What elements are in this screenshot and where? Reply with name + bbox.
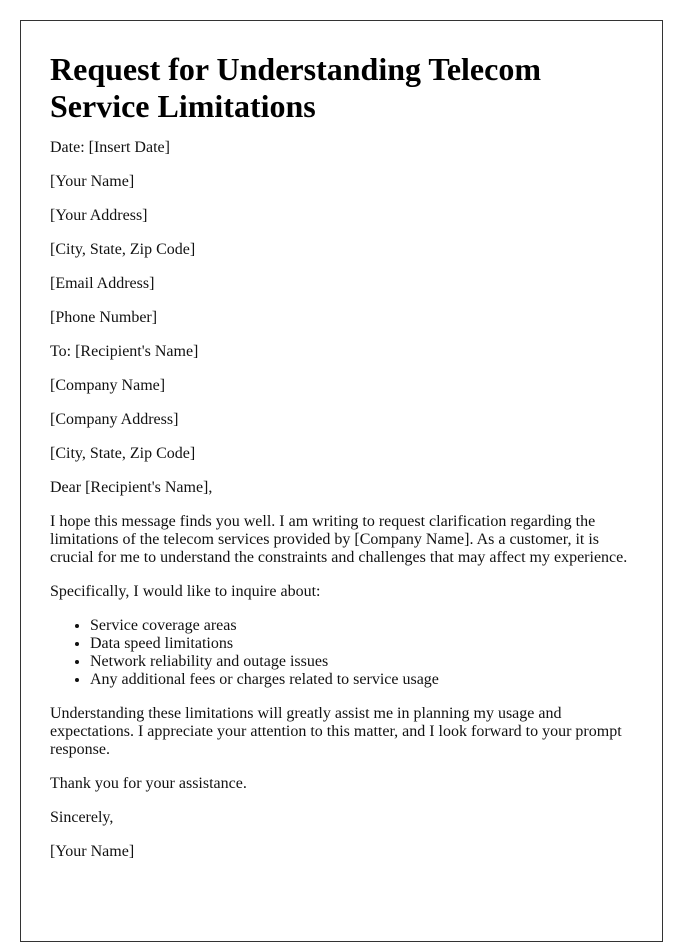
list-item: Network reliability and outage issues [90,653,633,671]
sender-city-state-zip: [City, State, Zip Code] [50,241,196,258]
date-line: Date: [Insert Date] [50,139,170,156]
recipient-city-state-zip: [City, State, Zip Code] [50,445,196,462]
closing-paragraph: Understanding these limitations will gre… [50,705,622,758]
recipient-company: [Company Name] [50,377,166,394]
signoff: Sincerely, [50,809,114,826]
sender-phone: [Phone Number] [50,309,158,326]
letter-title: Request for Understanding Telecom Servic… [50,51,541,124]
thanks-line: Thank you for your assistance. [50,775,247,792]
recipient-company-address: [Company Address] [50,411,179,428]
intro-paragraph: I hope this message finds you well. I am… [50,513,628,566]
sender-email: [Email Address] [50,275,155,292]
letter-container: Request for Understanding Telecom Servic… [20,20,663,942]
list-item: Data speed limitations [90,635,633,653]
list-item: Any additional fees or charges related t… [90,671,633,689]
list-item: Service coverage areas [90,617,633,635]
sender-address: [Your Address] [50,207,148,224]
inquiry-list: Service coverage areas Data speed limita… [50,617,633,689]
signature: [Your Name] [50,843,135,860]
sender-name: [Your Name] [50,173,135,190]
list-intro: Specifically, I would like to inquire ab… [50,583,321,600]
salutation: Dear [Recipient's Name], [50,479,213,496]
recipient-to-line: To: [Recipient's Name] [50,343,199,360]
